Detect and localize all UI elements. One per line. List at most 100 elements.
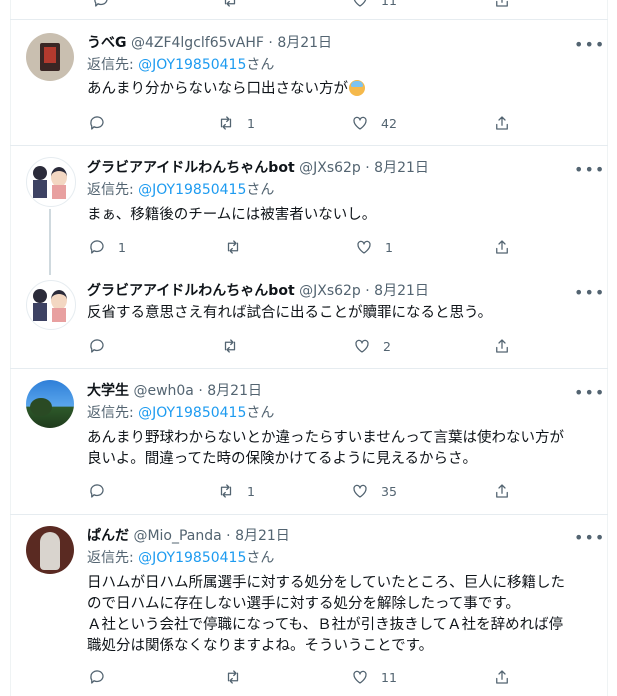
tweet-text: 日ハムが日ハム所属選手に対する処分をしていたところ、巨人に移籍した ので日ハムに… [87,575,566,654]
user-handle[interactable]: @ewh0a [133,383,193,399]
reply-button[interactable] [88,482,106,500]
more-icon[interactable]: ••• [574,285,605,301]
reply-prefix: 返信先: [87,405,139,421]
user-handle[interactable]: @JXs62p [299,160,361,176]
like-count: 11 [381,0,397,8]
tweet-header: ぱんだ @Mio_Panda · 8月21日 [87,526,290,546]
avatar[interactable] [26,526,74,574]
retweet-icon [220,116,232,130]
like-button[interactable]: 11 [351,0,397,9]
separator-dot: · [198,383,203,399]
mention-link[interactable]: @JOY19850415 [138,405,246,421]
retweet-icon[interactable] [221,0,239,9]
heart-icon [355,339,369,353]
tweet-date[interactable]: 8月21日 [374,283,429,299]
separator-dot: · [365,160,370,176]
share-button[interactable] [493,482,511,500]
reply-to-line: 返信先: @JOY19850415さん [87,548,274,568]
tweet-text: あんまり分からないなら口出さない方が [87,79,587,100]
more-icon[interactable]: ••• [574,385,605,401]
like-count: 1 [385,239,393,255]
share-button[interactable] [493,114,511,132]
like-count: 35 [381,483,397,499]
mention-link[interactable]: @JOY19850415 [138,57,246,73]
tweet-text: 反省する意思さえ有れば試合に出ることが贖罪になると思う。 [87,305,493,321]
display-name[interactable]: グラビアアイドルわんちゃんbot [87,160,295,176]
like-button[interactable]: 1 [355,238,393,256]
avatar[interactable] [26,380,74,428]
reply-icon [90,339,104,353]
mention-link[interactable]: @JOY19850415 [138,550,246,566]
separator [10,514,608,515]
display-name[interactable]: 大学生 [87,383,129,399]
retweet-button[interactable] [224,668,242,686]
heart-icon [353,116,367,130]
reply-count: 1 [118,239,126,255]
share-button[interactable] [493,238,511,256]
user-handle[interactable]: @Mio_Panda [133,528,221,544]
user-handle[interactable]: @4ZF4lgclf65vAHF [131,35,264,51]
retweet-icon [220,484,232,498]
tweet-header: 大学生 @ewh0a · 8月21日 [87,381,262,401]
like-count: 2 [383,338,391,354]
reply-button[interactable]: 1 [88,238,126,256]
retweet-button[interactable]: 1 [217,114,255,132]
reply-icon[interactable] [92,0,110,9]
separator [10,368,608,369]
share-button[interactable] [493,337,511,355]
reply-to-line: 返信先: @JOY19850415さん [87,180,274,200]
reply-icon [90,116,104,130]
tweet-header: うべG @4ZF4lgclf65vAHF · 8月21日 [87,33,332,53]
person-gesturing-no-emoji [349,80,365,96]
thread-line [49,209,51,275]
more-icon[interactable]: ••• [574,162,605,178]
retweet-count: 1 [247,483,255,499]
tweet-header: グラビアアイドルわんちゃんbot @JXs62p · 8月21日 [87,281,429,301]
tweet-date[interactable]: 8月21日 [374,160,429,176]
retweet-icon [227,670,239,684]
retweet-button[interactable]: 1 [217,482,255,500]
share-icon[interactable] [493,0,511,9]
avatar[interactable] [26,33,74,81]
tweet-date[interactable]: 8月21日 [235,528,290,544]
reply-suffix: さん [246,550,275,566]
reply-to-line: 返信先: @JOY19850415さん [87,55,274,75]
user-handle[interactable]: @JXs62p [299,283,361,299]
retweet-count: 1 [247,115,255,131]
reply-button[interactable] [88,337,106,355]
reply-button[interactable] [88,668,106,686]
like-button[interactable]: 11 [351,668,397,686]
avatar[interactable] [26,280,76,330]
mention-link[interactable]: @JOY19850415 [138,182,246,198]
retweet-button[interactable] [221,337,239,355]
display-name[interactable]: ぱんだ [87,528,129,544]
separator-dot: · [365,283,370,299]
display-name[interactable]: うべG [87,35,127,51]
reply-prefix: 返信先: [87,182,139,198]
share-icon [496,339,508,353]
like-button[interactable]: 42 [351,114,397,132]
retweet-icon [224,339,236,353]
separator-dot: · [268,35,273,51]
like-button[interactable]: 2 [353,337,391,355]
share-icon [496,116,508,130]
tweet-date[interactable]: 8月21日 [277,35,332,51]
reply-suffix: さん [246,57,275,73]
tweet-text: あんまり野球わからないとか違ったらすいませんって言葉は使わない方が 良いよ。間違… [87,430,565,467]
reply-prefix: 返信先: [87,550,139,566]
more-icon[interactable]: ••• [574,37,605,53]
display-name[interactable]: グラビアアイドルわんちゃんbot [87,283,295,299]
tweet-text: まぁ、移籍後のチームには被害者いないし。 [87,207,377,223]
more-icon[interactable]: ••• [574,530,605,546]
retweet-button[interactable] [224,238,242,256]
heart-icon [357,240,371,254]
share-button[interactable] [493,668,511,686]
share-icon [496,240,508,254]
tweet-date[interactable]: 8月21日 [207,383,262,399]
reply-button[interactable] [88,114,106,132]
share-icon [496,484,508,498]
like-button[interactable]: 35 [351,482,397,500]
reply-icon [90,240,104,254]
avatar[interactable] [26,157,76,207]
heart-icon [353,670,367,684]
